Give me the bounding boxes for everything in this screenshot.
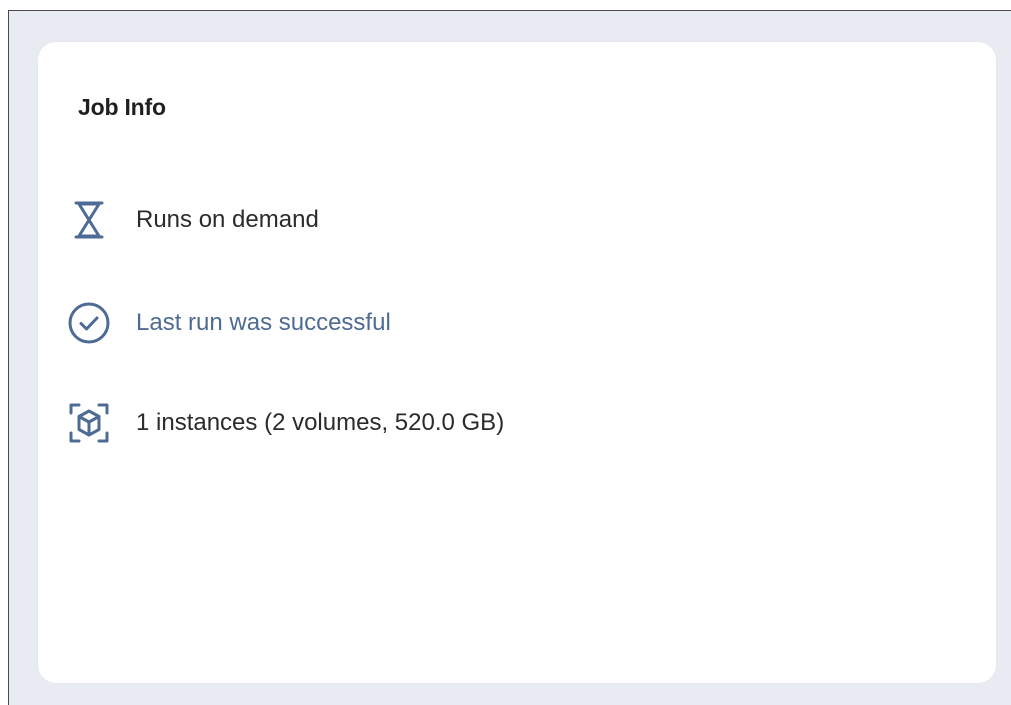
schedule-text: Runs on demand	[136, 206, 319, 233]
last-run-link[interactable]: Last run was successful	[136, 308, 391, 338]
check-circle-icon	[66, 300, 112, 346]
instance-box-icon	[66, 400, 112, 446]
last-run-row[interactable]: Last run was successful	[66, 300, 391, 346]
job-info-card: Job Info Runs on demand Last run was suc…	[38, 42, 996, 683]
page-background: Job Info Runs on demand Last run was suc…	[8, 10, 1011, 705]
schedule-row: Runs on demand	[66, 197, 319, 243]
hourglass-icon	[66, 197, 112, 243]
card-title: Job Info	[78, 94, 166, 120]
instances-row: 1 instances (2 volumes, 520.0 GB)	[66, 400, 504, 446]
instances-text: 1 instances (2 volumes, 520.0 GB)	[136, 409, 505, 436]
